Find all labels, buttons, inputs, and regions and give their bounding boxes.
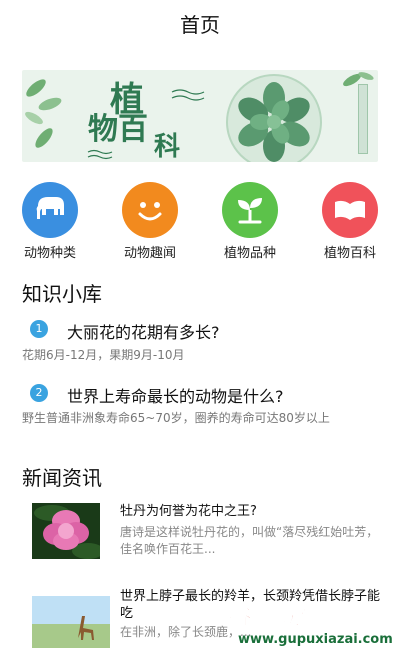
qa-answer: 花期6月-12月，果期9月-10月	[22, 348, 185, 362]
qa-number-badge: 1	[30, 320, 48, 338]
page-title: 首页	[180, 12, 220, 37]
news-summary: 唐诗是这样说牡丹花的，叫做“落尽残红始吐芳，佳名唤作百花王...	[120, 525, 379, 556]
banner-title-char: 科	[154, 132, 181, 162]
nav-plant-varieties[interactable]: 植物品种	[200, 182, 300, 261]
plant-encyclopedia-banner[interactable]: 植 物 百 科	[22, 70, 378, 162]
category-nav: 动物种类 动物趣闻 植物品种 植物百科	[0, 182, 400, 261]
gerenuk-thumbnail	[32, 596, 110, 648]
knowledge-section-title: 知识小库	[22, 282, 102, 306]
banner-tag	[358, 84, 368, 154]
news-section-title: 新闻资讯	[22, 466, 102, 490]
succulent-plate-image	[226, 74, 322, 162]
nav-plant-encyclopedia[interactable]: 植物百科	[300, 182, 400, 261]
book-icon	[322, 182, 378, 238]
nav-label: 植物品种	[223, 246, 276, 261]
header-bar: 首页	[0, 0, 400, 46]
peony-thumbnail	[32, 503, 100, 559]
banner-title-char: 物	[88, 112, 118, 147]
news-item[interactable]: 牡丹为何誉为花中之王? 唐诗是这样说牡丹花的，叫做“落尽残红始吐芳，佳名唤作百花…	[32, 503, 382, 563]
banner-leaves-graphic	[25, 72, 374, 160]
svg-text:谷普软件园: 谷普软件园	[228, 602, 348, 630]
news-title: 牡丹为何誉为花中之王?	[120, 504, 257, 519]
banner-title-char: 百	[118, 112, 148, 147]
nav-animal-stories[interactable]: 动物趣闻	[100, 182, 200, 261]
smile-icon	[122, 182, 178, 238]
qa-number-badge: 2	[30, 384, 48, 402]
site-watermark: 谷普软件园 www.gupuxiazai.com	[222, 598, 400, 650]
svg-text:www.gupuxiazai.com: www.gupuxiazai.com	[238, 632, 393, 647]
nav-animal-species[interactable]: 动物种类	[0, 182, 100, 261]
nav-label: 动物趣闻	[123, 246, 176, 261]
qa-answer: 野生普通非洲象寿命65~70岁，圈养的寿命可达80岁以上	[22, 411, 330, 425]
nav-label: 动物种类	[23, 246, 76, 261]
sprout-icon	[222, 182, 278, 238]
qa-question[interactable]: 世界上寿命最长的动物是什么?	[67, 383, 284, 407]
elephant-icon	[22, 182, 78, 238]
nav-label: 植物百科	[323, 246, 376, 261]
qa-question[interactable]: 大丽花的花期有多长?	[67, 319, 220, 343]
